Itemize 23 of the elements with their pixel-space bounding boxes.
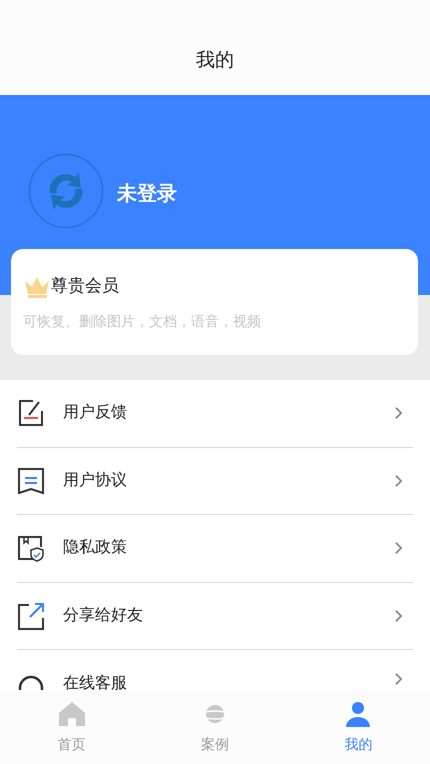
edit-icon [17, 399, 45, 428]
chevron-right-icon [394, 406, 403, 420]
chevron-right-icon [394, 608, 403, 623]
page-title: 我的 [196, 48, 234, 72]
user-name[interactable]: 未登录 [117, 179, 177, 209]
share-icon [17, 602, 45, 630]
avatar-logo-icon [29, 154, 103, 228]
vip-description: 可恢复、删除图片，文档，语音，视频 [23, 312, 262, 330]
chevron-right-icon [394, 541, 403, 556]
menu-item[interactable]: 在线客服 [17, 650, 413, 690]
document-icon [17, 466, 45, 495]
crown-icon [23, 274, 51, 298]
vip-title: 尊贵会员 [51, 275, 119, 297]
menu-item[interactable]: 用户协议 [17, 448, 413, 515]
tab[interactable]: 我的 [286, 690, 430, 764]
menu-item[interactable]: 分享给好友 [17, 582, 413, 650]
menu-item[interactable]: 隐私政策 [17, 515, 413, 582]
vip-card[interactable]: 尊贵会员 可恢复、删除图片，文档，语音，视频 [11, 249, 418, 355]
home-icon [56, 700, 87, 728]
chevron-right-icon [394, 474, 403, 488]
menu-item[interactable]: 用户反馈 [17, 380, 413, 448]
shield-icon [17, 534, 45, 562]
chevron-right-icon [394, 672, 403, 686]
